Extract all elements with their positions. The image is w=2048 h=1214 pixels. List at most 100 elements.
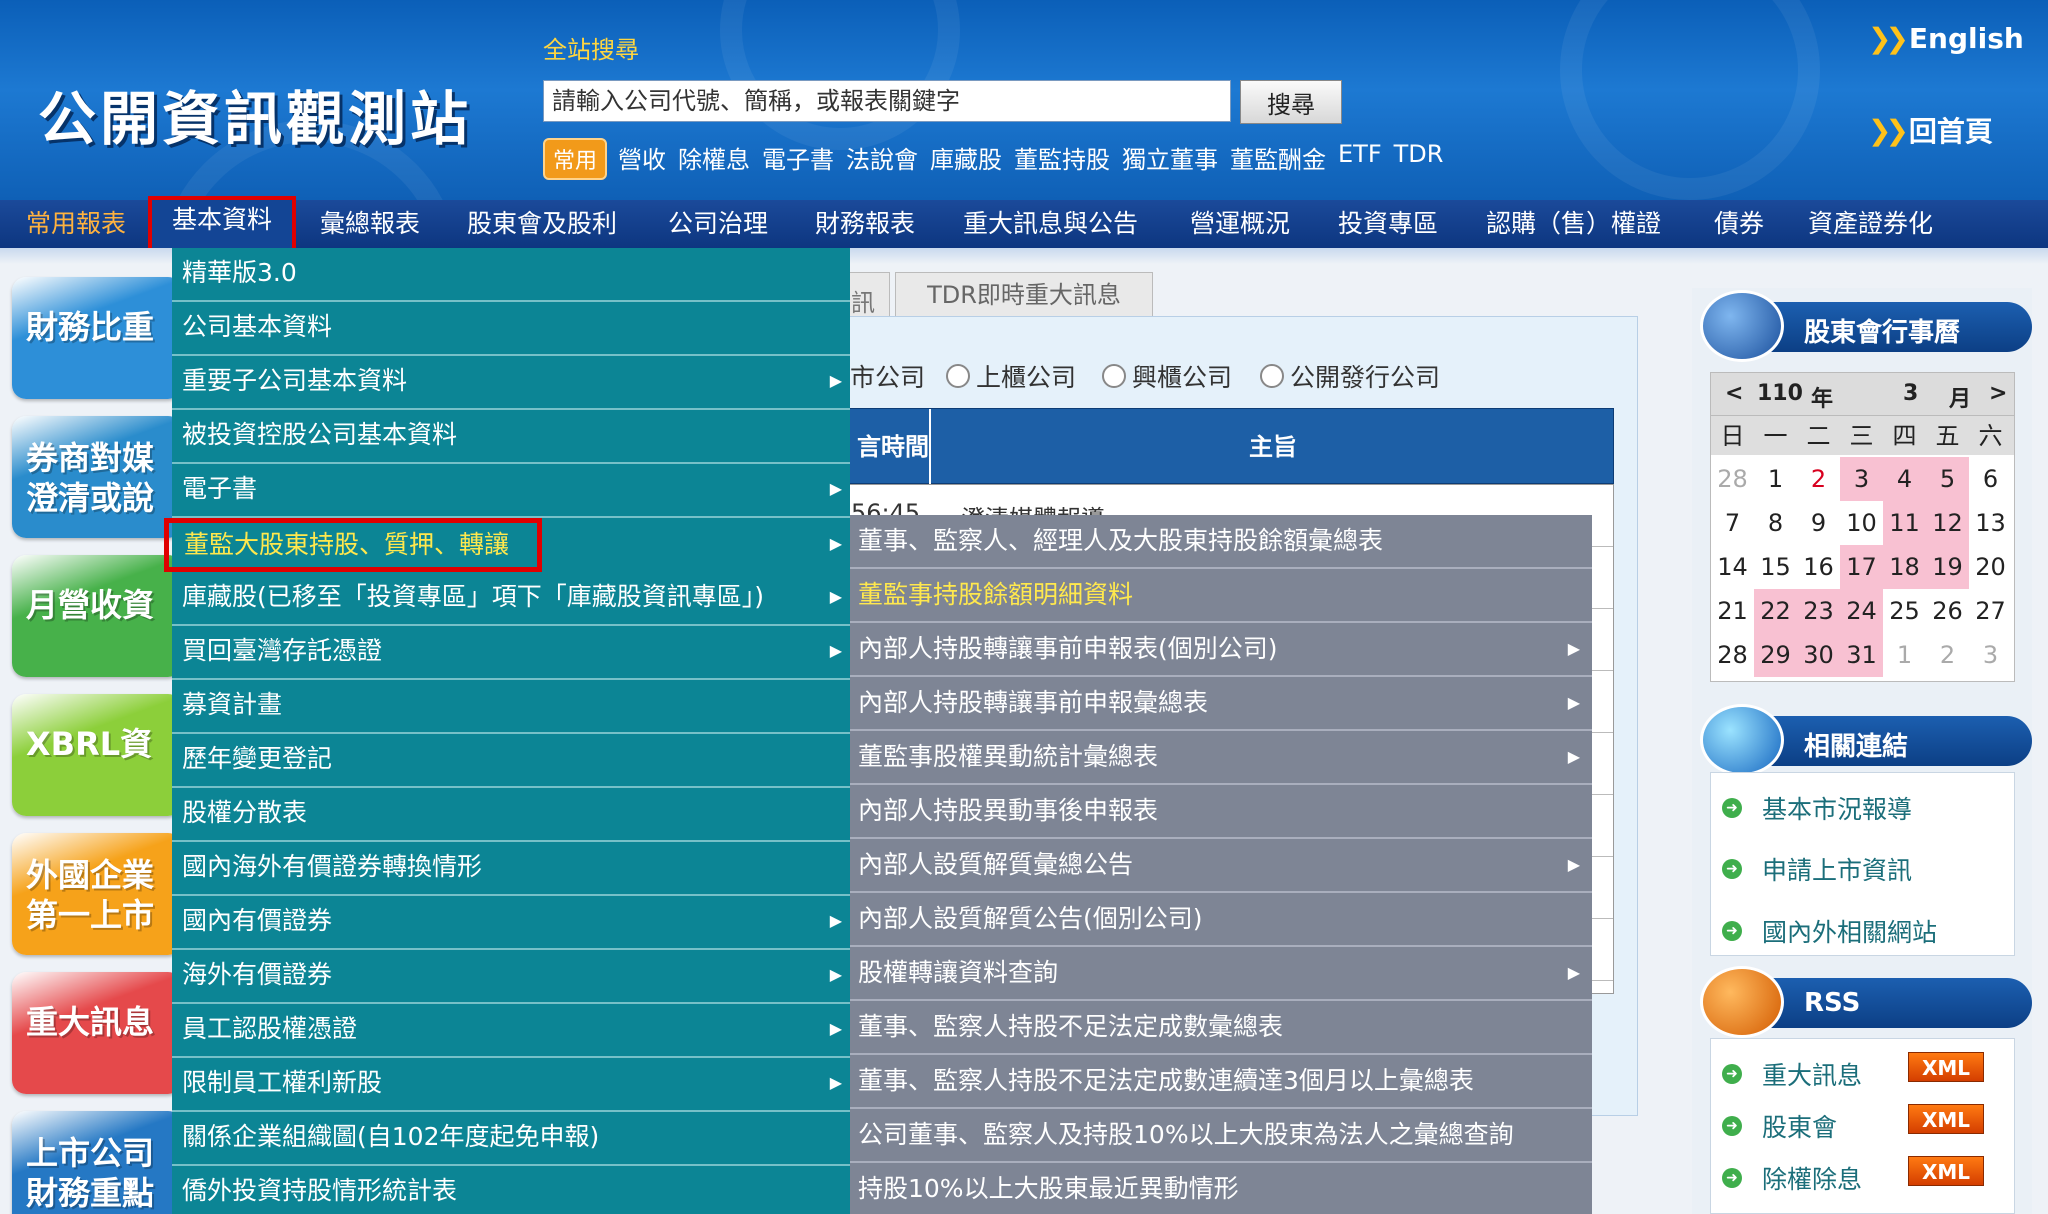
calendar-day[interactable]: 11 [1883, 501, 1926, 545]
nav-item[interactable]: 債券 [1714, 200, 1764, 248]
market-radio[interactable]: 興櫃公司 [1102, 358, 1232, 394]
submenu-item[interactable]: 內部人設質解質公告(個別公司) [850, 893, 1592, 947]
menu-item[interactable]: 被投資控股公司基本資料 [172, 410, 850, 464]
search-input[interactable] [543, 80, 1231, 122]
nav-item[interactable]: 營運概況 [1190, 200, 1290, 248]
calendar-day[interactable]: 6 [1969, 457, 2012, 501]
calendar-day[interactable]: 20 [1969, 545, 2012, 589]
calendar-day[interactable]: 18 [1883, 545, 1926, 589]
quick-link[interactable]: 董監持股 [1014, 140, 1110, 175]
english-link[interactable]: ❯❯ English [1868, 22, 2024, 55]
menu-item[interactable]: 庫藏股(已移至「投資專區」項下「庫藏股資訊專區」) ▶ [172, 572, 850, 626]
menu-item[interactable]: 董監大股東持股、質押、轉讓 [164, 518, 542, 572]
home-link[interactable]: ❯❯ 回首頁 [1868, 110, 1993, 150]
menu-item[interactable]: 關係企業組織圖(自102年度起免申報) [172, 1112, 850, 1166]
submenu-item[interactable]: 內部人持股轉讓事前申報彙總表 ▶ [850, 677, 1592, 731]
rss-link[interactable]: ➜ 除權除息 [1722, 1160, 1862, 1196]
submenu-item[interactable]: 股權轉讓資料查詢 ▶ [850, 947, 1592, 1001]
menu-item[interactable]: 限制員工權利新股 ▶ [172, 1058, 850, 1112]
menu-item[interactable]: 買回臺灣存託憑證 ▶ [172, 626, 850, 680]
nav-item[interactable]: 資產證券化 [1808, 200, 1933, 248]
calendar-day[interactable]: 27 [1969, 589, 2012, 633]
nav-item[interactable]: 公司治理 [668, 200, 768, 248]
menu-item[interactable]: 僑外投資持股情形統計表 [172, 1166, 850, 1214]
quick-link[interactable]: 營收 [618, 140, 666, 175]
quick-link[interactable]: 董監酬金 [1230, 140, 1326, 175]
xml-badge[interactable]: XML [1908, 1156, 1984, 1186]
site-logo[interactable]: 公開資訊觀測站 [38, 72, 472, 156]
quick-link[interactable]: 獨立董事 [1122, 140, 1218, 175]
rss-link[interactable]: ➜ 股東會 [1722, 1108, 1837, 1144]
related-link[interactable]: ➜ 基本市況報導 [1722, 790, 1912, 826]
calendar-day[interactable]: 16 [1797, 545, 1840, 589]
calendar-day[interactable]: 4 [1883, 457, 1926, 501]
calendar-day[interactable]: 3 [1969, 633, 2012, 677]
calendar-day[interactable]: 10 [1840, 501, 1883, 545]
calendar-day[interactable]: 1 [1754, 457, 1797, 501]
calendar-day[interactable]: 30 [1797, 633, 1840, 677]
calendar-day[interactable]: 5 [1926, 457, 1969, 501]
calendar-day[interactable]: 7 [1711, 501, 1754, 545]
menu-item[interactable]: 歷年變更登記 [172, 734, 850, 788]
nav-item[interactable]: 財務報表 [815, 200, 915, 248]
menu-item[interactable]: 公司基本資料 [172, 302, 850, 356]
calendar-day[interactable]: 25 [1883, 589, 1926, 633]
nav-item[interactable]: 常用報表 [26, 200, 126, 248]
calendar-day[interactable]: 3 [1840, 457, 1883, 501]
menu-item[interactable]: 精華版3.0 [172, 248, 850, 302]
left-badge[interactable]: 外國企業 第一上市 [12, 833, 182, 955]
calendar-day[interactable]: 1 [1883, 633, 1926, 677]
nav-item[interactable]: 彙總報表 [320, 200, 420, 248]
calendar-day[interactable]: 28 [1711, 457, 1754, 501]
menu-item[interactable]: 電子書 ▶ [172, 464, 850, 518]
related-link[interactable]: ➜ 申請上市資訊 [1722, 851, 1912, 887]
submenu-item[interactable]: 持股10%以上大股東最近異動情形 [850, 1163, 1592, 1214]
left-badge[interactable]: 券商對媒 澄清或說 [12, 416, 182, 538]
related-link[interactable]: ➜ 國內外相關網站 [1722, 913, 1937, 949]
xml-badge[interactable]: XML [1908, 1052, 1984, 1082]
nav-item[interactable]: 投資專區 [1338, 200, 1438, 248]
left-badge[interactable]: XBRL資 [12, 694, 182, 816]
calendar-day[interactable]: 21 [1711, 589, 1754, 633]
calendar-day[interactable]: 22 [1754, 589, 1797, 633]
calendar-day[interactable]: 31 [1840, 633, 1883, 677]
next-month-button[interactable]: > [1989, 381, 2007, 406]
left-badge[interactable]: 月營收資 [12, 555, 182, 677]
search-button[interactable]: 搜尋 [1240, 80, 1342, 124]
menu-item[interactable]: 員工認股權憑證 ▶ [172, 1004, 850, 1058]
quick-link[interactable]: 法說會 [846, 140, 918, 175]
submenu-item[interactable]: 董事、監察人、經理人及大股東持股餘額彙總表 [850, 515, 1592, 569]
submenu-item[interactable]: 董監事股權異動統計彙總表 ▶ [850, 731, 1592, 785]
quick-link[interactable]: 庫藏股 [930, 140, 1002, 175]
calendar-day[interactable]: 17 [1840, 545, 1883, 589]
calendar-day[interactable]: 24 [1840, 589, 1883, 633]
submenu-item[interactable]: 內部人設質解質彙總公告 ▶ [850, 839, 1592, 893]
quick-link[interactable]: 除權息 [678, 140, 750, 175]
prev-month-button[interactable]: < [1725, 381, 1743, 406]
submenu-item[interactable]: 董事、監察人持股不足法定成數連續達3個月以上彙總表 [850, 1055, 1592, 1109]
calendar-day[interactable]: 26 [1926, 589, 1969, 633]
nav-item[interactable]: 認購（售）權證 [1486, 200, 1661, 248]
menu-item[interactable]: 海外有價證券 ▶ [172, 950, 850, 1004]
menu-item[interactable]: 國內有價證券 ▶ [172, 896, 850, 950]
left-badge[interactable]: 財務比重 [12, 277, 182, 399]
calendar-day[interactable]: 23 [1797, 589, 1840, 633]
quick-link[interactable]: TDR [1394, 140, 1444, 175]
submenu-item[interactable]: 公司董事、監察人及持股10%以上大股東為法人之彙總查詢 [850, 1109, 1592, 1163]
rss-link[interactable]: ➜ 重大訊息 [1722, 1056, 1862, 1092]
menu-item[interactable]: 國內海外有價證券轉換情形 [172, 842, 850, 896]
calendar-day[interactable]: 12 [1926, 501, 1969, 545]
nav-item[interactable]: 基本資料 [148, 196, 297, 252]
left-badge[interactable]: 重大訊息 [12, 972, 182, 1094]
calendar-day[interactable]: 9 [1797, 501, 1840, 545]
menu-item[interactable]: 募資計畫 [172, 680, 850, 734]
quick-link[interactable]: ETF [1338, 140, 1382, 175]
calendar-day[interactable]: 29 [1754, 633, 1797, 677]
nav-item[interactable]: 股東會及股利 [467, 200, 617, 248]
calendar-day[interactable]: 28 [1711, 633, 1754, 677]
menu-item[interactable]: 重要子公司基本資料 ▶ [172, 356, 850, 410]
calendar-day[interactable]: 8 [1754, 501, 1797, 545]
submenu-item[interactable]: 董監事持股餘額明細資料 [850, 569, 1592, 623]
market-radio[interactable]: 市公司 [850, 358, 925, 394]
market-radio[interactable]: 公開發行公司 [1260, 358, 1440, 394]
